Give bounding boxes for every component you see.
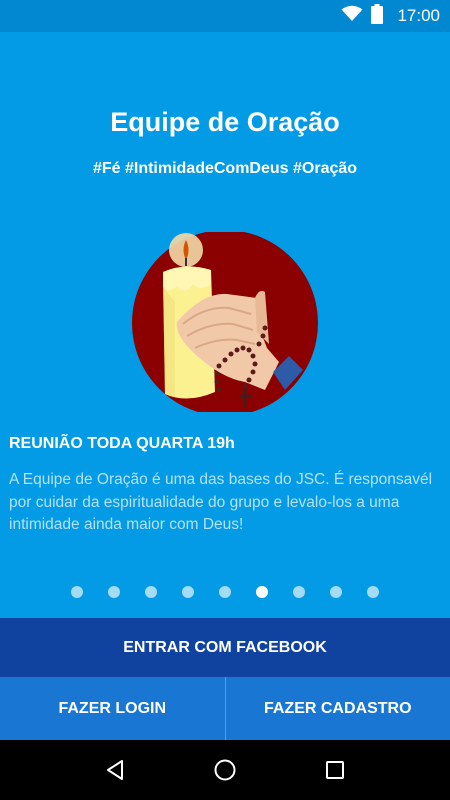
page-dot[interactable] — [367, 586, 379, 598]
facebook-login-button[interactable]: ENTRAR COM FACEBOOK — [0, 618, 450, 677]
status-icons: 17:00 — [341, 0, 440, 32]
meeting-schedule: REUNIÃO TODA QUARTA 19h — [9, 435, 235, 452]
home-icon[interactable] — [211, 756, 239, 784]
page-dot[interactable] — [108, 586, 120, 598]
page-dot[interactable] — [219, 586, 231, 598]
prayer-illustration — [125, 230, 325, 416]
slide-hashtags: #Fé #IntimidadeComDeus #Oração — [92, 160, 358, 177]
slide-description: A Equipe de Oração é uma das bases do JS… — [9, 471, 433, 533]
back-icon[interactable] — [101, 756, 129, 784]
login-button[interactable]: FAZER LOGIN — [0, 677, 225, 740]
wifi-icon — [341, 5, 363, 27]
slide-title: Equipe de Oração — [110, 107, 340, 137]
status-bar: 17:00 — [0, 0, 450, 32]
page-dot[interactable] — [256, 586, 268, 598]
recents-icon[interactable] — [321, 756, 349, 784]
status-time: 17:00 — [397, 6, 440, 25]
page-dot[interactable] — [330, 586, 342, 598]
page-dot[interactable] — [293, 586, 305, 598]
page-indicator — [0, 586, 450, 598]
auth-buttons: FAZER LOGIN FAZER CADASTRO — [0, 677, 450, 740]
page-dot[interactable] — [71, 586, 83, 598]
battery-icon — [371, 3, 384, 29]
signup-button[interactable]: FAZER CADASTRO — [224, 677, 450, 740]
page-dot[interactable] — [145, 586, 157, 598]
navigation-bar — [0, 740, 450, 800]
page-dot[interactable] — [182, 586, 194, 598]
